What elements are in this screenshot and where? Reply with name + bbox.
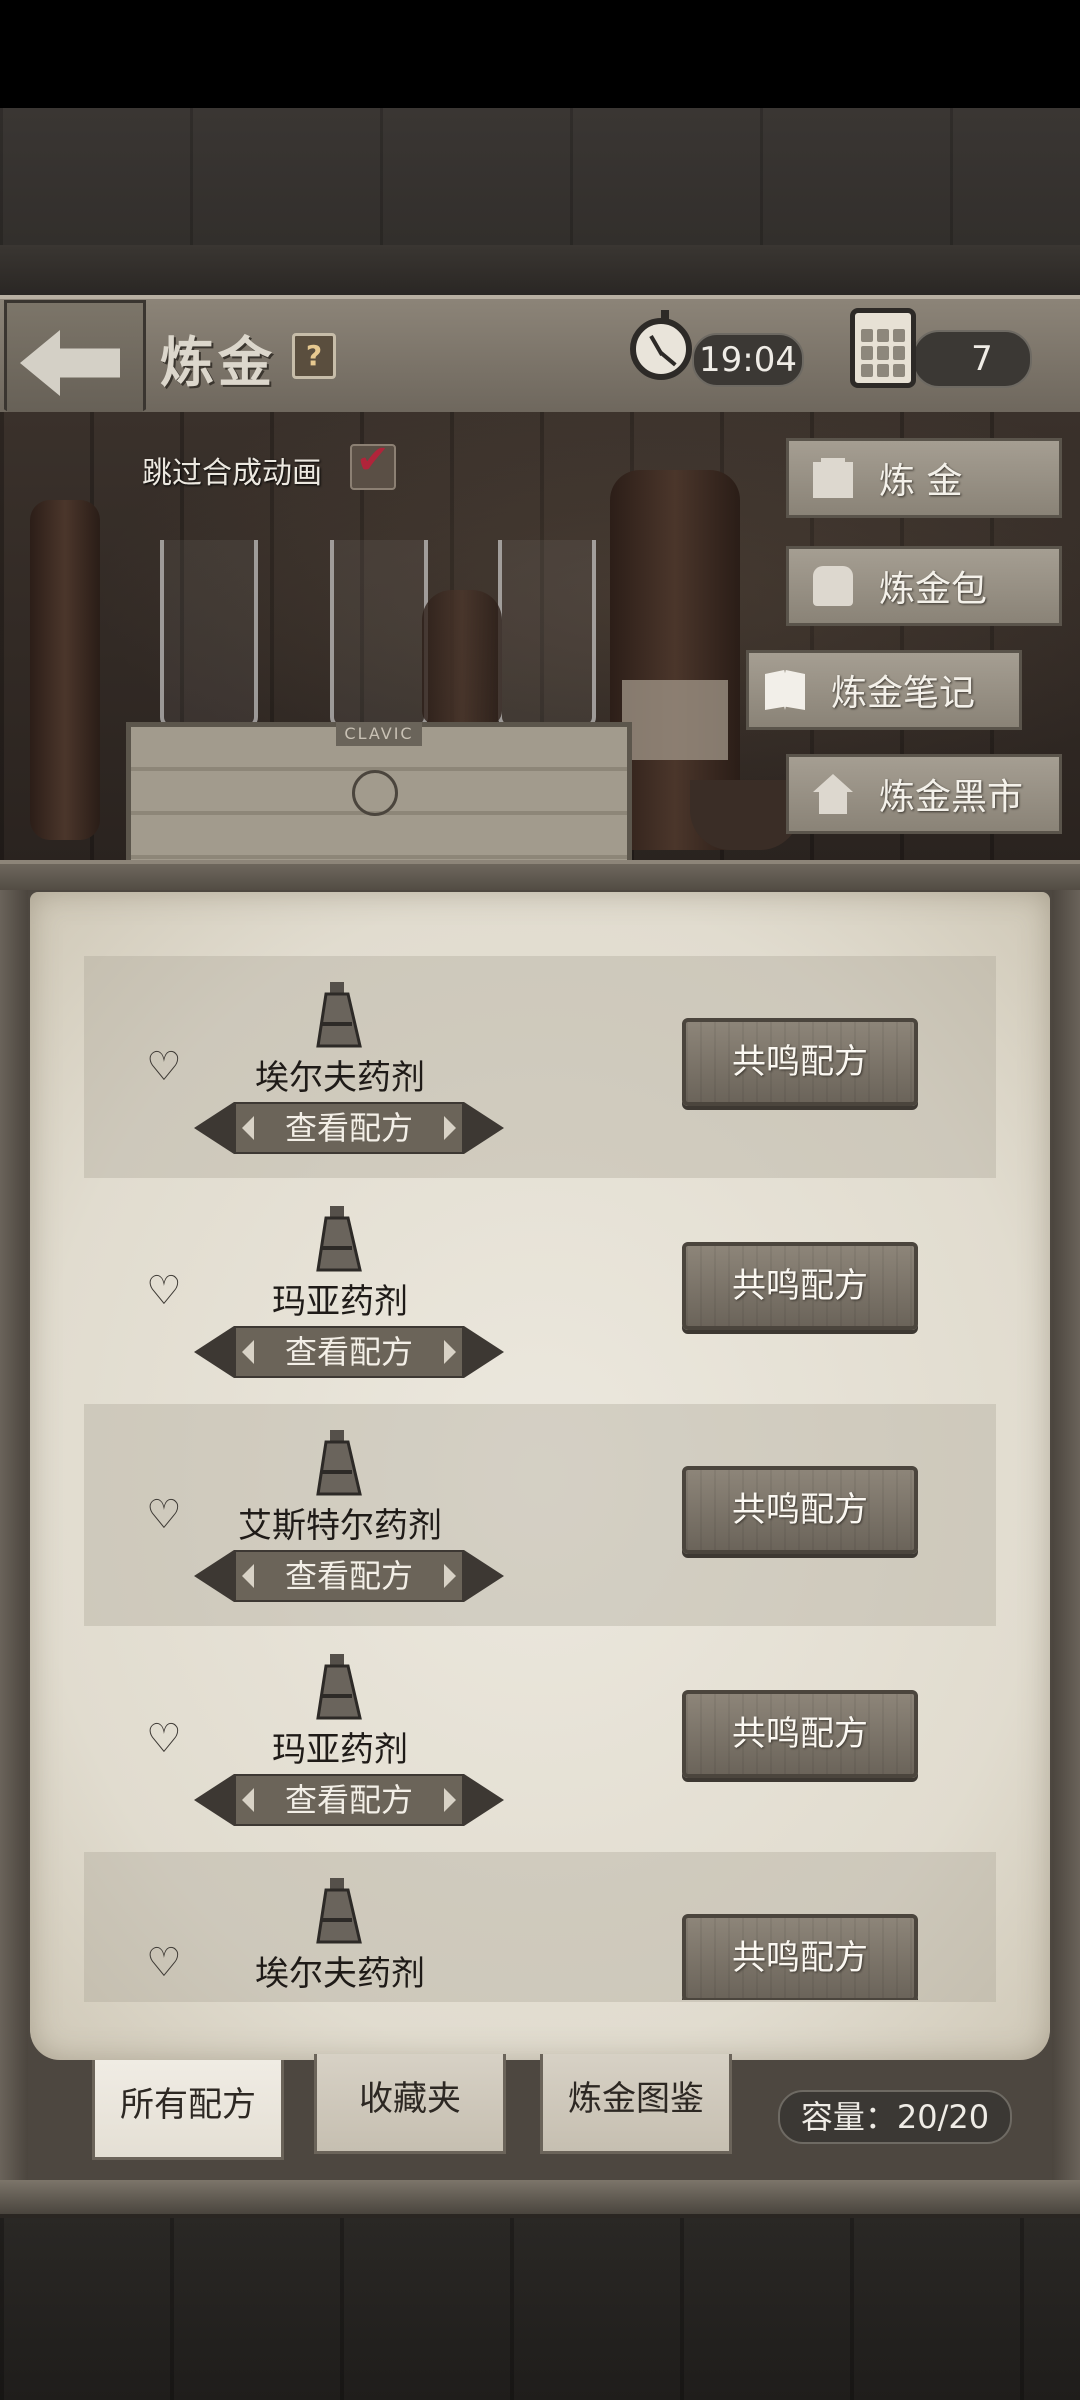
- resonance-recipe-button[interactable]: 共鸣配方: [682, 1690, 918, 1778]
- favorite-heart-icon[interactable]: ♡: [146, 1940, 182, 1986]
- skip-animation-label: 跳过合成动画: [142, 456, 322, 491]
- potion-icon: [316, 1206, 362, 1272]
- alchemy-symbol-icon: [352, 770, 398, 816]
- tab-all-recipes[interactable]: 所有配方: [92, 2060, 284, 2160]
- backpack-icon: [813, 566, 853, 606]
- recipe-name: 玛亚药剂: [272, 1282, 408, 1322]
- view-recipe-button[interactable]: 查看配方: [194, 1774, 504, 1826]
- frame-right: [1052, 890, 1080, 2220]
- menu-alchemy-button[interactable]: 炼 金: [786, 438, 1062, 518]
- capacity-display: 容量：20/20: [778, 2090, 1012, 2144]
- house-icon: [813, 774, 853, 814]
- tab-favorites[interactable]: 收藏夹: [314, 2054, 506, 2154]
- resonance-recipe-button[interactable]: 共鸣配方: [682, 1914, 918, 2000]
- lamp-decoration: [30, 500, 100, 840]
- potion-icon: [316, 982, 362, 1048]
- menu-notes-label: 炼金笔记: [831, 673, 976, 714]
- bottle-label: [622, 680, 728, 760]
- menu-alchemy-label: 炼 金: [879, 461, 963, 502]
- crate-label: CLAVIC: [336, 722, 422, 746]
- test-tube-2: [330, 540, 428, 729]
- resonance-recipe-button[interactable]: 共鸣配方: [682, 1466, 918, 1554]
- frame-left: [0, 890, 28, 2220]
- top-rail: [0, 245, 1080, 298]
- tab-alchemy-encyclopedia[interactable]: 炼金图鉴: [540, 2054, 732, 2154]
- resonance-recipe-button[interactable]: 共鸣配方: [682, 1242, 918, 1330]
- scene-shelf: [0, 860, 1080, 894]
- lantern-icon: [813, 458, 853, 498]
- calendar-icon: [850, 308, 916, 388]
- menu-black-market-label: 炼金黑市: [879, 777, 1024, 818]
- checkmark-icon[interactable]: ✔: [356, 440, 390, 480]
- page-title: 炼金: [160, 331, 276, 394]
- test-tube-3: [498, 540, 596, 729]
- recipe-name: 玛亚药剂: [272, 1730, 408, 1770]
- help-button[interactable]: ?: [292, 333, 336, 379]
- bottom-rail: [0, 2180, 1080, 2218]
- favorite-heart-icon[interactable]: ♡: [146, 1044, 182, 1090]
- time-display: 19:04: [692, 333, 804, 387]
- day-counter: 7: [912, 330, 1032, 388]
- menu-notes-button[interactable]: 炼金笔记: [746, 650, 1022, 730]
- resonance-recipe-button[interactable]: 共鸣配方: [682, 1018, 918, 1106]
- menu-bag-label: 炼金包: [879, 569, 988, 610]
- recipe-name: 埃尔夫药剂: [255, 1058, 425, 1098]
- menu-black-market-button[interactable]: 炼金黑市: [786, 754, 1062, 834]
- potion-icon: [316, 1430, 362, 1496]
- test-tube-1: [160, 540, 258, 729]
- jar-decoration: [422, 590, 502, 725]
- view-recipe-button[interactable]: 查看配方: [194, 1102, 504, 1154]
- view-recipe-button[interactable]: 查看配方: [194, 1550, 504, 1602]
- potion-icon: [316, 1654, 362, 1720]
- view-recipe-button[interactable]: 查看配方: [194, 1326, 504, 1378]
- favorite-heart-icon[interactable]: ♡: [146, 1716, 182, 1762]
- potion-icon: [316, 1878, 362, 1944]
- status-bar: [0, 0, 1080, 108]
- mortar-decoration: [690, 780, 800, 850]
- menu-bag-button[interactable]: 炼金包: [786, 546, 1062, 626]
- favorite-heart-icon[interactable]: ♡: [146, 1492, 182, 1538]
- book-icon: [765, 670, 805, 710]
- recipe-name: 艾斯特尔药剂: [238, 1506, 442, 1546]
- favorite-heart-icon[interactable]: ♡: [146, 1268, 182, 1314]
- recipe-name: 埃尔夫药剂: [255, 1954, 425, 1994]
